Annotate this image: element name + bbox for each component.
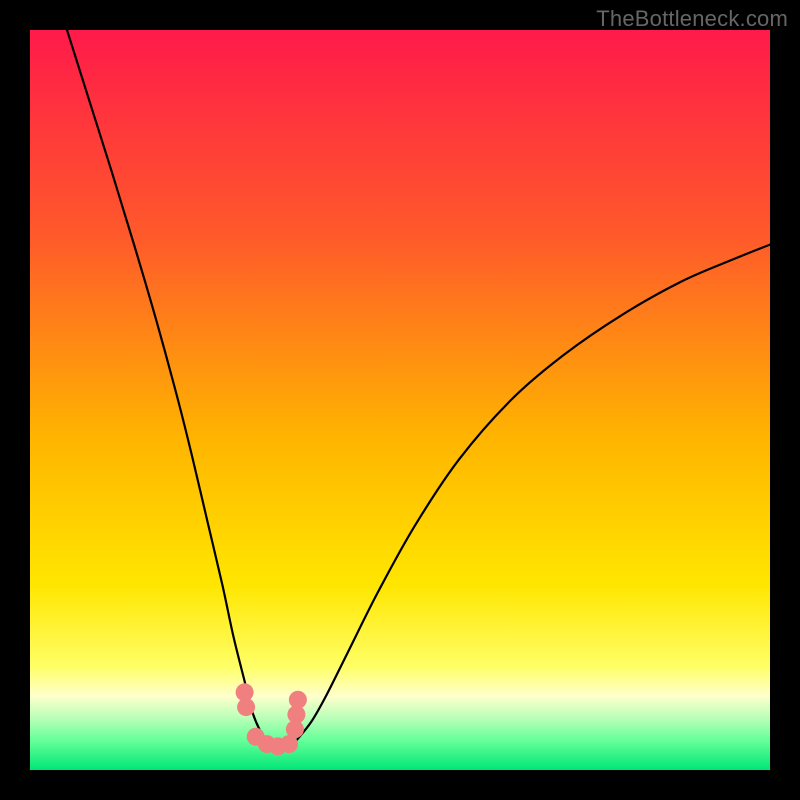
marker-valley-markers xyxy=(289,691,307,709)
chart-svg xyxy=(30,30,770,770)
marker-valley-markers xyxy=(237,698,255,716)
plot-area xyxy=(30,30,770,770)
plot-background xyxy=(30,30,770,770)
watermark-text: TheBottleneck.com xyxy=(596,6,788,32)
chart-outer-frame: TheBottleneck.com xyxy=(0,0,800,800)
